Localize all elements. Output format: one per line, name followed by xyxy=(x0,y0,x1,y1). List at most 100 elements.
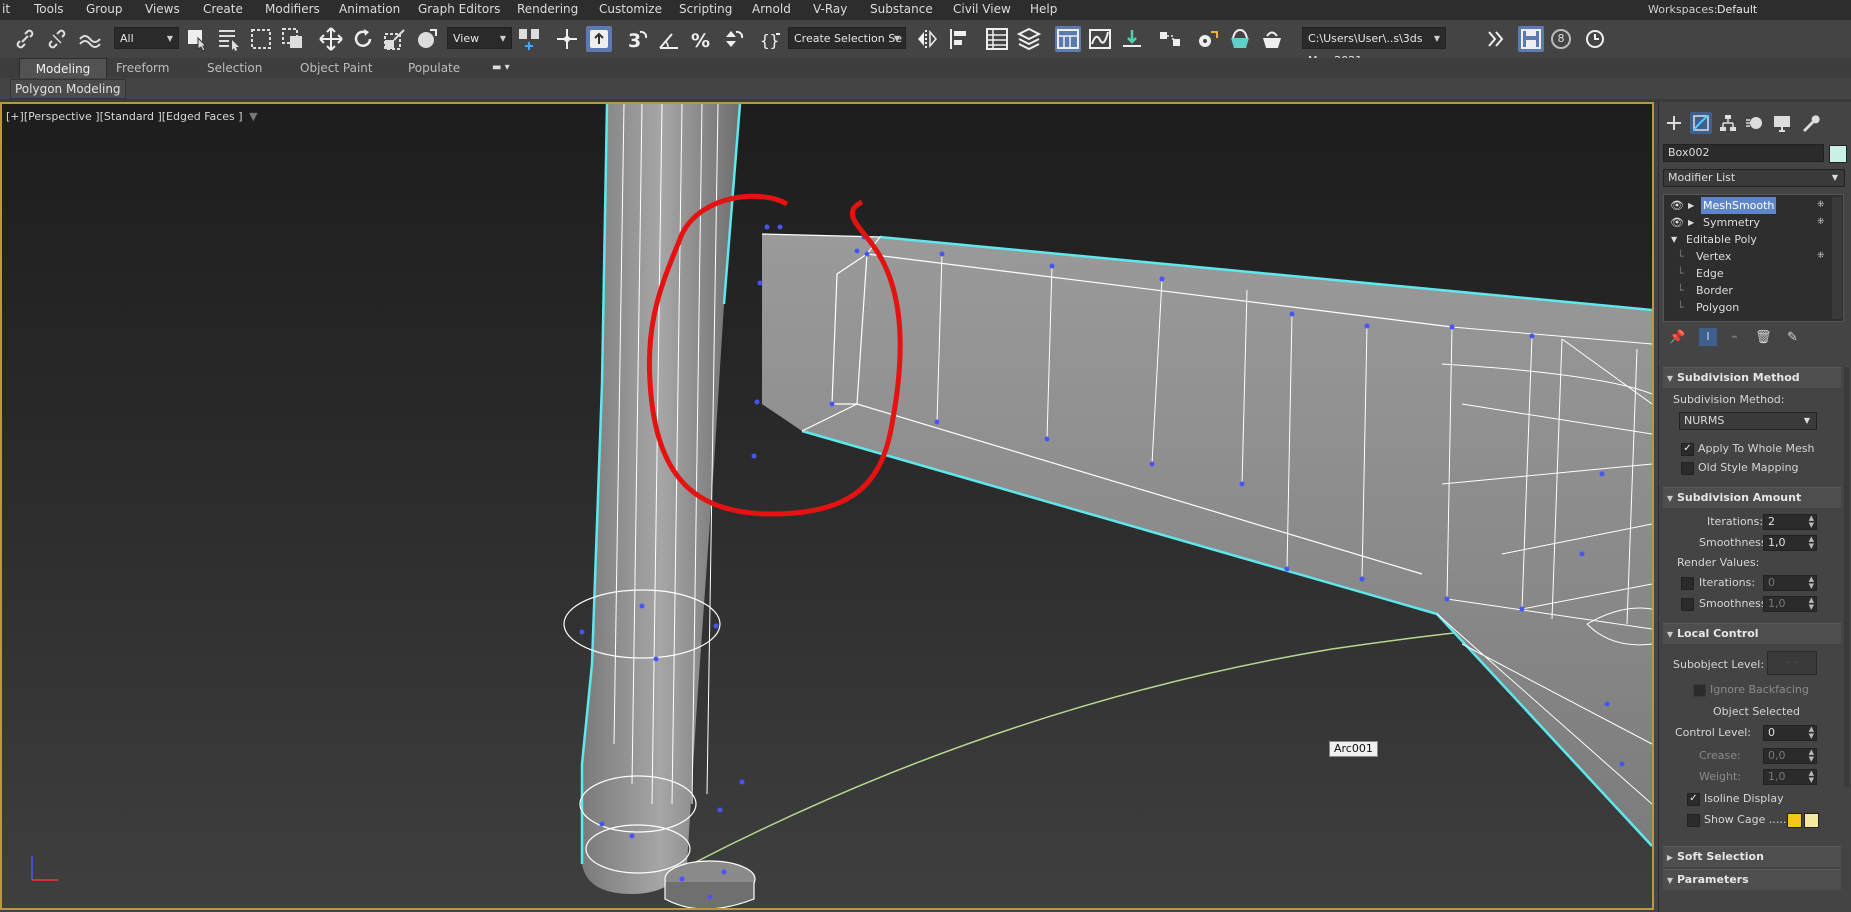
pivot-center-icon[interactable] xyxy=(516,26,542,52)
menu-graph-editors[interactable]: Graph Editors xyxy=(418,2,500,16)
pin-stack-icon[interactable]: 📌 xyxy=(1669,330,1685,345)
perspective-viewport[interactable]: [+][Perspective ][Standard ][Edged Faces… xyxy=(0,102,1654,910)
crease-spinner[interactable]: 0,0 ▲ ▼ xyxy=(1763,748,1817,764)
old-style-mapping-checkbox[interactable] xyxy=(1681,462,1694,475)
select-object-icon[interactable] xyxy=(184,26,210,52)
more-tools-icon[interactable] xyxy=(1482,26,1508,52)
unlink-icon[interactable] xyxy=(44,26,70,52)
eye-icon[interactable]: 👁 xyxy=(1670,214,1684,231)
menu-civil-view[interactable]: Civil View xyxy=(953,2,1011,16)
history-icon[interactable] xyxy=(1582,26,1608,52)
polygon-modeling-tab[interactable]: Polygon Modeling xyxy=(10,79,126,99)
ribbon-toggle-icon[interactable] xyxy=(1055,26,1081,52)
selection-filter-dropdown[interactable]: All ▼ xyxy=(114,27,179,49)
move-icon[interactable] xyxy=(318,26,344,52)
scale-icon[interactable] xyxy=(382,26,408,52)
menu-vray[interactable]: V-Ray xyxy=(813,2,847,16)
render-production-icon[interactable] xyxy=(1259,26,1285,52)
render-setup-icon[interactable] xyxy=(1195,26,1221,52)
subobject-border[interactable]: └ Border xyxy=(1664,282,1829,299)
remove-modifier-icon[interactable]: 🗑 xyxy=(1755,330,1772,345)
weight-spinner[interactable]: 1,0 ▲ ▼ xyxy=(1763,769,1817,785)
modifier-list-dropdown[interactable]: Modifier List ▼ xyxy=(1663,169,1845,187)
select-manipulate-icon[interactable] xyxy=(554,26,580,52)
curve-editor-icon[interactable] xyxy=(1087,26,1113,52)
menu-create[interactable]: Create xyxy=(203,2,243,16)
stack-item-editable-poly[interactable]: ▼ Editable Poly xyxy=(1664,231,1829,248)
move-handle-icon[interactable]: ⁜ xyxy=(1817,197,1825,214)
apply-whole-mesh-checkbox[interactable]: ✓ xyxy=(1681,443,1694,456)
tab-freeform[interactable]: Freeform xyxy=(102,58,183,78)
show-end-result-icon[interactable]: I xyxy=(1699,328,1717,346)
menu-arnold[interactable]: Arnold xyxy=(752,2,791,16)
menu-customize[interactable]: Customize xyxy=(599,2,662,16)
named-selection-dropdown[interactable]: Create Selection Se ▼ xyxy=(788,27,906,49)
isoline-display-checkbox[interactable]: ✓ xyxy=(1687,793,1700,806)
scene-explorer-icon[interactable] xyxy=(984,26,1010,52)
tab-object-paint[interactable]: Object Paint xyxy=(286,58,387,78)
cage-color-swatch[interactable] xyxy=(1787,813,1802,828)
cage-selection-color-swatch[interactable] xyxy=(1804,813,1819,828)
beam-mesh[interactable] xyxy=(761,233,1652,847)
eye-icon[interactable]: 👁 xyxy=(1670,197,1684,214)
tab-modeling[interactable]: Modeling xyxy=(19,58,107,78)
subobject-polygon[interactable]: └ Polygon xyxy=(1664,299,1829,316)
tab-populate[interactable]: Populate xyxy=(394,58,474,78)
utilities-tab-icon[interactable] xyxy=(1798,112,1820,134)
show-cage-checkbox[interactable] xyxy=(1687,814,1700,827)
keyboard-shortcut-override-icon[interactable] xyxy=(586,26,612,52)
render-iterations-spinner[interactable]: 0 ▲ ▼ xyxy=(1763,575,1817,591)
expand-icon[interactable]: ▶ xyxy=(1688,197,1694,214)
snaps-toggle-icon[interactable]: 3 xyxy=(624,26,650,52)
menu-group[interactable]: Group xyxy=(86,2,123,16)
configure-modifier-sets-icon[interactable]: ✎ xyxy=(1787,330,1798,345)
smoothness-spinner[interactable]: 1,0 ▲ ▼ xyxy=(1763,535,1817,551)
percent-snap-icon[interactable]: % xyxy=(688,26,714,52)
schematic-view-icon[interactable] xyxy=(1119,26,1145,52)
hierarchy-tab-icon[interactable] xyxy=(1717,112,1739,134)
project-path-dropdown[interactable]: C:\Users\User\..s\3ds Max 2021▼ xyxy=(1302,27,1446,67)
edit-named-selection-icon[interactable]: {} xyxy=(758,26,784,52)
align-icon[interactable] xyxy=(946,26,972,52)
menu-edit[interactable]: it xyxy=(2,2,10,16)
modify-tab-icon[interactable] xyxy=(1690,112,1712,134)
rollout-subdivision-amount[interactable]: ▼ Subdivision Amount xyxy=(1663,487,1841,508)
object-name-field[interactable]: Box002 xyxy=(1663,144,1824,162)
window-crossing-icon[interactable] xyxy=(280,26,306,52)
render-smoothness-checkbox[interactable] xyxy=(1681,598,1694,611)
stack-item-symmetry[interactable]: 👁 ▶ Symmetry ⁜ xyxy=(1664,214,1829,231)
render-smoothness-spinner[interactable]: 1,0 ▲ ▼ xyxy=(1763,596,1817,612)
rollout-soft-selection[interactable]: ▶ Soft Selection xyxy=(1663,846,1841,867)
menu-help[interactable]: Help xyxy=(1030,2,1057,16)
collapse-icon[interactable]: ▼ xyxy=(1671,231,1677,248)
rollout-subdivision-method[interactable]: ▼ Subdivision Method xyxy=(1663,367,1841,388)
mirror-icon[interactable] xyxy=(914,26,940,52)
reference-coordinate-dropdown[interactable]: View ▼ xyxy=(447,27,512,49)
subobject-vertex[interactable]: └ Vertex ⁜ xyxy=(1664,248,1829,265)
workspaces-dropdown[interactable]: Default xyxy=(1717,3,1757,16)
menu-scripting[interactable]: Scripting xyxy=(679,2,732,16)
move-handle-icon[interactable]: ⁜ xyxy=(1817,248,1825,265)
motion-tab-icon[interactable] xyxy=(1744,112,1766,134)
ignore-backfacing-checkbox[interactable] xyxy=(1693,684,1706,697)
material-editor-icon[interactable] xyxy=(1157,26,1183,52)
create-tab-icon[interactable] xyxy=(1663,112,1685,134)
bind-space-warp-icon[interactable] xyxy=(76,26,102,52)
placement-icon[interactable] xyxy=(414,26,440,52)
menu-rendering[interactable]: Rendering xyxy=(517,2,578,16)
rotate-icon[interactable] xyxy=(350,26,376,52)
render-iterations-checkbox[interactable] xyxy=(1681,577,1694,590)
angle-snap-icon[interactable] xyxy=(656,26,682,52)
object-color-swatch[interactable] xyxy=(1829,145,1847,163)
make-unique-icon[interactable]: ⌁ xyxy=(1731,330,1738,343)
spinner-snap-icon[interactable] xyxy=(720,26,746,52)
menu-modifiers[interactable]: Modifiers xyxy=(265,2,320,16)
control-level-spinner[interactable]: 0 ▲ ▼ xyxy=(1763,725,1817,741)
iterations-spinner[interactable]: 2 ▲ ▼ xyxy=(1763,514,1817,530)
menu-tools[interactable]: Tools xyxy=(34,2,64,16)
rollout-parameters[interactable]: ▼ Parameters xyxy=(1663,869,1841,890)
stack-item-meshsmooth[interactable]: 👁 ▶ MeshSmooth ⁜ xyxy=(1664,197,1829,214)
menu-substance[interactable]: Substance xyxy=(870,2,933,16)
rollout-local-control[interactable]: ▼ Local Control xyxy=(1663,623,1841,644)
menu-views[interactable]: Views xyxy=(145,2,180,16)
